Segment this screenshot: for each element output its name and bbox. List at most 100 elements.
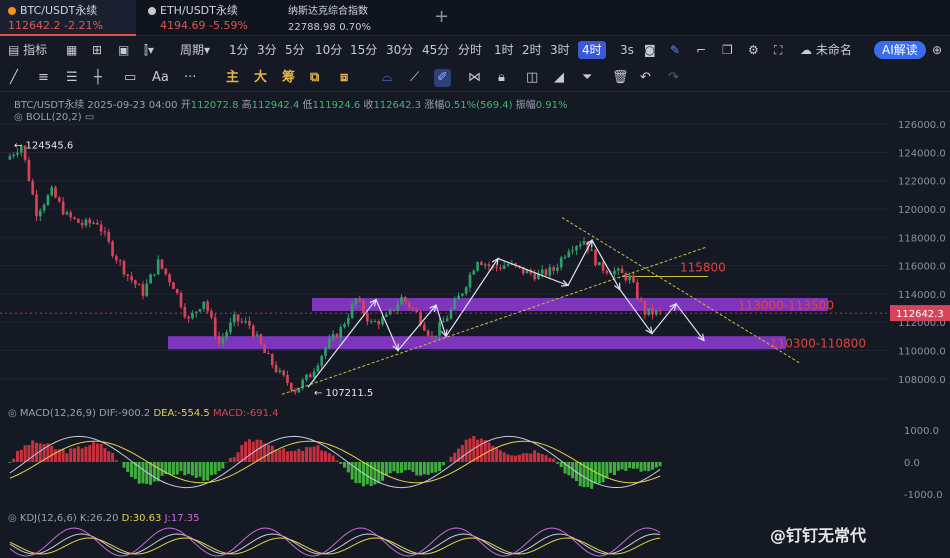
y-tick-label: 118000.0	[898, 233, 946, 244]
macd-bar	[525, 453, 529, 462]
interval-timeshare[interactable]: 分时	[458, 41, 482, 59]
pen-icon[interactable]: ✎	[670, 41, 680, 59]
magnet-icon[interactable]: ⌓	[382, 69, 392, 87]
macd-bar	[323, 451, 328, 462]
macd-dif: DIF:-900.2	[99, 408, 151, 419]
candle-body	[73, 217, 76, 219]
redo-icon[interactable]: ↷	[668, 69, 679, 87]
calendar-icon[interactable]: ▦	[66, 41, 77, 59]
fullscreen-icon[interactable]: ⛶	[774, 41, 782, 59]
macd-bar	[282, 448, 286, 462]
tab-change: -5.59%	[209, 19, 248, 32]
tab-btc[interactable]: BTC/USDT永续 112642.2 -2.21%	[0, 0, 136, 36]
period-button[interactable]: 周期▾	[180, 41, 210, 59]
template-icon[interactable]: ▣	[118, 41, 129, 59]
add-tab-icon[interactable]: +	[434, 6, 449, 27]
layers-icon[interactable]: ⧈	[340, 69, 348, 87]
macd-legend[interactable]: ◎ MACD(12,26,9) DIF:-900.2 DEA:-554.5 MA…	[8, 408, 279, 419]
ruler-icon[interactable]: ⟋	[410, 69, 419, 87]
candle-body	[61, 201, 65, 215]
seconds-button[interactable]: 3s	[620, 41, 634, 59]
candle-body	[324, 347, 327, 356]
interval-10m[interactable]: 10分	[315, 41, 342, 59]
macd-bar	[103, 448, 107, 462]
macd-bar	[498, 450, 502, 462]
settings-icon[interactable]: ⚙	[748, 41, 759, 59]
macd-bar	[601, 462, 605, 483]
macd-bar	[609, 462, 613, 473]
eraser-icon[interactable]: ◢	[554, 69, 564, 87]
more-tools-icon[interactable]: ···	[184, 69, 196, 87]
kdj-legend[interactable]: ◎ KDJ(12,6,6) K:26.20 D:30.63 J:17.35	[8, 513, 200, 524]
compare-icon[interactable]: ⧉	[310, 69, 319, 87]
undo-icon[interactable]: ↶	[640, 69, 651, 87]
tab-eth[interactable]: ETH/USDT永续 4194.69 -5.59%	[140, 0, 274, 36]
interval-4h[interactable]: 4时	[578, 41, 606, 59]
copy-icon[interactable]: ❐	[722, 41, 733, 59]
interval-3h[interactable]: 3时	[550, 41, 570, 59]
candle-body	[305, 374, 308, 380]
big-button[interactable]: 大	[254, 69, 267, 87]
chips-button[interactable]: 筹	[282, 69, 295, 87]
interval-2h[interactable]: 2时	[522, 41, 542, 59]
interval-45m[interactable]: 45分	[422, 41, 449, 59]
macd-bar	[495, 447, 499, 462]
macd-bar	[628, 462, 632, 468]
camera-icon[interactable]: ◙	[644, 41, 656, 59]
candle-body	[575, 246, 578, 251]
parallel-lines-icon[interactable]: ☰	[66, 69, 78, 87]
macd-bar	[510, 455, 514, 462]
candle-body	[563, 256, 567, 258]
price-chart[interactable]: 113000-113500 110300-110800 115800 ← 12454…	[0, 110, 950, 400]
crop-icon[interactable]: ⌐	[696, 41, 706, 59]
pattern-icon[interactable]: ⋈	[468, 69, 481, 87]
more-icon[interactable]: ⊕	[932, 41, 942, 59]
draw-mode-icon[interactable]: ✐	[434, 69, 451, 87]
interval-3m[interactable]: 3分	[257, 41, 277, 59]
interval-15m[interactable]: 15分	[350, 41, 377, 59]
channel-icon[interactable]: ≡	[38, 69, 49, 87]
tab-nasdaq[interactable]: 纳斯达克综合指数 22788.98 0.70%	[280, 0, 420, 36]
candle-body	[597, 262, 601, 266]
layout-icon[interactable]: ⊞	[92, 41, 102, 59]
interval-5m[interactable]: 5分	[285, 41, 305, 59]
candle-body	[647, 308, 651, 315]
macd-bar	[206, 462, 210, 481]
candle-body	[415, 309, 419, 313]
indicator-label: 指标	[23, 43, 48, 57]
rectangle-icon[interactable]: ▭	[124, 69, 136, 87]
macd-bar	[88, 445, 92, 462]
hide-icon[interactable]: ◫	[526, 69, 538, 87]
tab-name: BTC/USDT永续	[20, 4, 98, 17]
candle-body	[578, 244, 582, 247]
ai-interpret-button[interactable]: AI解读	[874, 41, 926, 59]
trend-line-icon[interactable]: ╱	[10, 69, 18, 87]
interval-1m[interactable]: 1分	[229, 41, 249, 59]
y-tick-label: 126000.0	[898, 120, 946, 131]
chart-type-icon[interactable]: ⫿▾	[144, 41, 154, 59]
candle-body	[472, 270, 476, 275]
cloud-save-button[interactable]: ☁ 未命名	[800, 41, 852, 59]
candle-body	[552, 267, 555, 271]
candle-body	[172, 282, 175, 290]
delete-icon[interactable]: 🗑︎	[612, 69, 629, 87]
main-chart-button[interactable]: 主	[226, 69, 239, 87]
filter-icon[interactable]: ⏷	[582, 69, 592, 87]
text-tool[interactable]: Aa	[152, 69, 169, 87]
candle-body	[362, 301, 365, 314]
candle-body	[236, 314, 240, 322]
interval-1h[interactable]: 1时	[494, 41, 514, 59]
lock-icon[interactable]: 🔒︎	[498, 69, 505, 87]
interval-30m[interactable]: 30分	[386, 41, 413, 59]
candle-body	[168, 274, 171, 283]
macd-chart: 1000.0 0.0 -1000.0	[8, 426, 943, 501]
candle-body	[267, 353, 270, 355]
tab-price: 112642.2	[8, 19, 61, 32]
horizontal-line-icon[interactable]: ┼	[94, 69, 102, 87]
candle-body	[639, 298, 643, 301]
candle-body	[483, 264, 487, 266]
macd-bar	[73, 448, 77, 462]
macd-bar	[168, 462, 172, 475]
indicator-button[interactable]: ▤ 指标	[8, 41, 47, 59]
macd-bar	[190, 462, 194, 476]
